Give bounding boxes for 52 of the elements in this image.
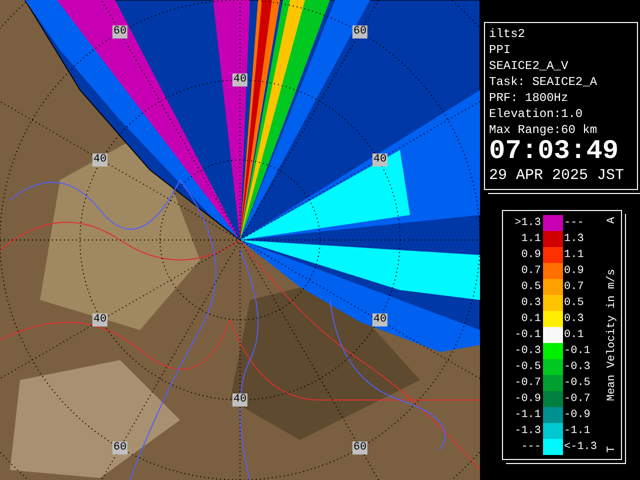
- range-label: 60: [112, 26, 128, 38]
- range-label: 60: [112, 442, 128, 454]
- legend-min-label: 0.9: [520, 250, 542, 260]
- range-label: 40: [372, 154, 388, 166]
- date-text: 29 APR 2025 JST: [489, 166, 626, 186]
- legend-max-label: 1.1: [563, 250, 585, 260]
- range-label: 40: [372, 314, 388, 326]
- legend-max-label: -0.3: [563, 362, 592, 372]
- time-text: 07:03:49: [489, 138, 620, 166]
- legend-min-label: 0.3: [520, 298, 542, 308]
- range-label: 60: [352, 26, 368, 38]
- legend-max-label: ---: [563, 218, 585, 228]
- legend-min-label: 0.1: [520, 314, 542, 324]
- legend-max-label: -0.1: [563, 346, 592, 356]
- legend-max-label: -0.9: [563, 410, 592, 420]
- legend-min-label: -0.9: [514, 394, 542, 404]
- legend-max-label: <-1.3: [563, 442, 598, 452]
- legend-min-label: 0.7: [520, 266, 542, 276]
- legend-min-label: -1.3: [514, 426, 542, 436]
- range-label: 40: [92, 314, 108, 326]
- legend-min-label: -1.1: [514, 410, 542, 420]
- legend-max-label: 0.7: [563, 282, 585, 292]
- legend-max-label: -1.1: [563, 426, 592, 436]
- info-line: SEAICE2_A_V: [489, 58, 570, 74]
- legend-max-label: 0.1: [563, 330, 585, 340]
- legend-min-label: -0.3: [514, 346, 542, 356]
- range-label: 60: [352, 442, 368, 454]
- legend-max-label: -0.7: [563, 394, 592, 404]
- legend-max-label: -0.5: [563, 378, 592, 388]
- legend-max-label: 1.3: [563, 234, 585, 244]
- info-line: PRF: 1800Hz: [489, 90, 570, 106]
- legend-min-label: -0.5: [514, 362, 542, 372]
- legend-title: Mean Velocity in m/s: [606, 268, 618, 402]
- range-label: 40: [232, 394, 248, 406]
- range-label: 40: [232, 74, 248, 86]
- legend-min-label: ---: [520, 442, 542, 452]
- legend-min-label: >1.3: [514, 218, 542, 228]
- legend-min-label: -0.1: [514, 330, 542, 340]
- range-label: 40: [92, 154, 108, 166]
- top-mark: A: [606, 217, 618, 224]
- legend-max-label: 0.9: [563, 266, 585, 276]
- info-line: PPI: [489, 42, 512, 58]
- info-line: Max Range:60 km: [489, 122, 598, 138]
- info-line: ilts2: [489, 26, 526, 42]
- legend-min-label: 1.1: [520, 234, 542, 244]
- info-line: Elevation:1.0: [489, 106, 584, 122]
- legend-min-label: -0.7: [514, 378, 542, 388]
- legend-max-label: 0.3: [563, 314, 585, 324]
- bottom-mark: T: [606, 446, 618, 453]
- legend-min-label: 0.5: [520, 282, 542, 292]
- info-line: Task: SEAICE2_A: [489, 74, 598, 90]
- legend-max-label: 0.5: [563, 298, 585, 308]
